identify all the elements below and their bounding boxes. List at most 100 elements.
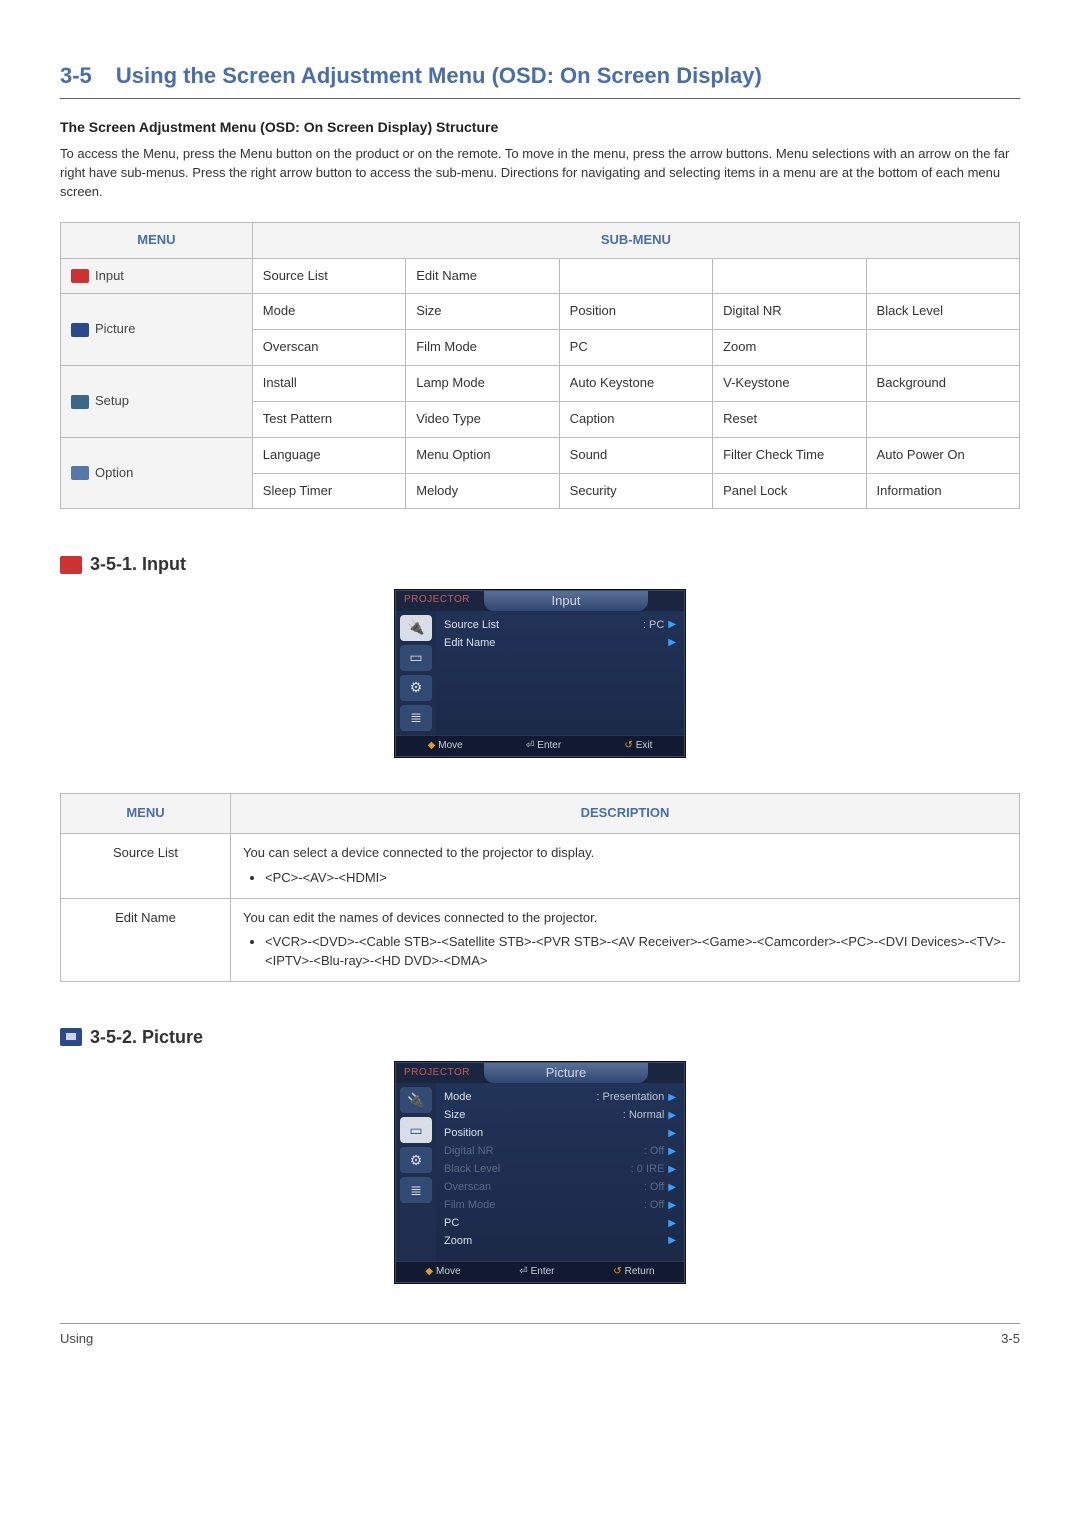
footer-right: 3-5 (1001, 1330, 1020, 1349)
table-row: Source ListYou can select a device conne… (61, 833, 1020, 898)
osd-footer-move: Move (438, 739, 462, 754)
menu-cell-input: Input (61, 258, 253, 294)
submenu-cell: Source List (252, 258, 405, 294)
submenu-cell: Sound (559, 437, 712, 473)
osd-row-value: : 0 IRE (631, 1162, 665, 1178)
picture-icon (60, 1028, 82, 1046)
submenu-cell: Film Mode (406, 330, 559, 366)
picture-icon (71, 323, 89, 337)
osd-row-value: : Normal (623, 1108, 665, 1124)
desc-bullet: <PC>-<AV>-<HDMI> (265, 869, 1007, 888)
desc-bullet: <VCR>-<DVD>-<Cable STB>-<Satellite STB>-… (265, 933, 1007, 971)
submenu-cell (866, 330, 1019, 366)
arrow-right-icon: ▶ (668, 1181, 676, 1196)
submenu-cell: Sleep Timer (252, 473, 405, 509)
osd-row: Source List: PC▶ (444, 617, 676, 635)
osd-picture-screenshot: PROJECTOR Picture 🔌 ▭ ⚙ ≣ Mode: Presenta… (395, 1062, 685, 1283)
footer-left: Using (60, 1330, 93, 1349)
osd-row-label: Zoom (444, 1234, 472, 1250)
osd-row-label: Position (444, 1126, 483, 1142)
osd-input-tab: Input (484, 591, 648, 611)
submenu-cell: Background (866, 366, 1019, 402)
table-row: PictureModeSizePositionDigital NRBlack L… (61, 294, 1020, 330)
desc-value: You can edit the names of devices connec… (231, 898, 1020, 982)
table-row: Edit NameYou can edit the names of devic… (61, 898, 1020, 982)
side-option-icon-2: ≣ (400, 1177, 432, 1203)
structure-heading: The Screen Adjustment Menu (OSD: On Scre… (60, 117, 1020, 137)
submenu-cell: Black Level (866, 294, 1019, 330)
setup-icon (71, 395, 89, 409)
section-number: 3-5 (60, 63, 92, 88)
move-icon-2: ◆ (425, 1265, 433, 1280)
desc-value: You can select a device connected to the… (231, 833, 1020, 898)
submenu-cell: V-Keystone (713, 366, 866, 402)
submenu-cell (866, 401, 1019, 437)
arrow-right-icon: ▶ (668, 636, 676, 651)
submenu-cell: Digital NR (713, 294, 866, 330)
menu-cell-setup: Setup (61, 366, 253, 438)
table-row: Input Source ListEdit Name (61, 258, 1020, 294)
osd-row: PC▶ (444, 1215, 676, 1233)
submenu-cell: Melody (406, 473, 559, 509)
osd-side-icons: 🔌 ▭ ⚙ ≣ (396, 611, 436, 735)
desc-key: Edit Name (61, 898, 231, 982)
osd-row-label: PC (444, 1216, 459, 1232)
arrow-right-icon: ▶ (668, 1199, 676, 1214)
submenu-cell: Reset (713, 401, 866, 437)
move-icon: ◆ (428, 739, 436, 754)
submenu-cell: Panel Lock (713, 473, 866, 509)
submenu-cell: Information (866, 473, 1019, 509)
osd-projector-label: PROJECTOR (396, 593, 478, 608)
osd-row-value: : Off (644, 1198, 665, 1214)
exit-icon: ↺ (624, 739, 632, 754)
osd-picture-tab: Picture (484, 1063, 648, 1083)
return-icon: ↺ (613, 1265, 621, 1280)
osd-row-value: : Off (644, 1144, 665, 1160)
osd-row: Size : Normal▶ (444, 1107, 676, 1125)
enter-icon-2: ⏎ (519, 1265, 527, 1280)
submenu-cell: Menu Option (406, 437, 559, 473)
menu-submenu-table: MENU SUB-MENU InputSource ListEdit NameP… (60, 222, 1020, 510)
osd-row-label: Black Level (444, 1162, 500, 1178)
side-option-icon: ≣ (400, 705, 432, 731)
osd-row-label: Mode (444, 1090, 472, 1106)
menu-cell-option: Option (61, 437, 253, 509)
osd-row-label: Film Mode (444, 1198, 495, 1214)
submenu-cell: Video Type (406, 401, 559, 437)
intro-text: To access the Menu, press the Menu butto… (60, 145, 1020, 202)
th-description: DESCRIPTION (231, 794, 1020, 834)
osd-row-label: Overscan (444, 1180, 491, 1196)
submenu-cell (713, 258, 866, 294)
table-row: SetupInstallLamp ModeAuto KeystoneV-Keys… (61, 366, 1020, 402)
page-title: 3-5 Using the Screen Adjustment Menu (OS… (60, 60, 1020, 92)
arrow-right-icon: ▶ (668, 618, 676, 633)
submenu-cell: Overscan (252, 330, 405, 366)
side-input-icon-2: 🔌 (400, 1087, 432, 1113)
desc-key: Source List (61, 833, 231, 898)
osd-row-value: : Presentation (596, 1090, 664, 1106)
osd-row: Mode : Presentation ▶ (444, 1089, 676, 1107)
submenu-cell: Position (559, 294, 712, 330)
table-row: OptionLanguageMenu OptionSoundFilter Che… (61, 437, 1020, 473)
arrow-right-icon: ▶ (668, 1091, 676, 1106)
th-menu: MENU (61, 222, 253, 258)
submenu-cell: Edit Name (406, 258, 559, 294)
arrow-right-icon: ▶ (668, 1109, 676, 1124)
osd-row: Digital NR: Off▶ (444, 1143, 676, 1161)
submenu-cell: Caption (559, 401, 712, 437)
side-picture-icon: ▭ (400, 645, 432, 671)
subsection-picture-title: 3-5-2. Picture (90, 1024, 203, 1050)
subsection-picture-heading: 3-5-2. Picture (60, 1024, 1020, 1050)
submenu-cell: Zoom (713, 330, 866, 366)
osd-side-icons-2: 🔌 ▭ ⚙ ≣ (396, 1083, 436, 1260)
submenu-cell: Mode (252, 294, 405, 330)
submenu-cell: Auto Keystone (559, 366, 712, 402)
osd-row-value: : PC (643, 618, 664, 634)
submenu-cell: Auto Power On (866, 437, 1019, 473)
subsection-input-heading: 3-5-1. Input (60, 551, 1020, 577)
th-submenu: SUB-MENU (252, 222, 1019, 258)
section-title-text: Using the Screen Adjustment Menu (OSD: O… (116, 63, 762, 88)
osd-row-label: Size (444, 1108, 465, 1124)
osd-row-value: : Off (644, 1180, 665, 1196)
menu-label: Input (95, 268, 124, 283)
